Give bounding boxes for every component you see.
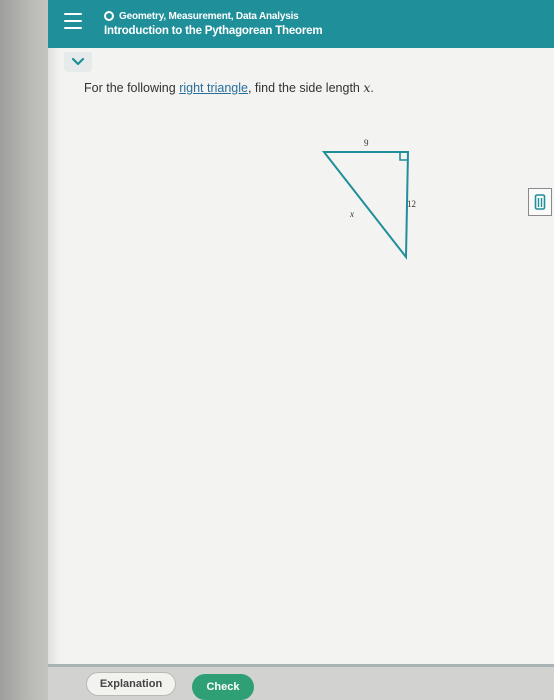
question-text: For the following right triangle, find t… — [84, 80, 374, 95]
check-button[interactable]: Check — [192, 674, 254, 700]
progress-circle-icon — [104, 11, 114, 21]
device-bezel — [0, 0, 48, 700]
question-end: . — [370, 81, 374, 95]
side-label-top: 9 — [364, 138, 369, 148]
hamburger-icon-bar — [64, 27, 82, 29]
topic-line: Geometry, Measurement, Data Analysis — [104, 9, 299, 23]
hamburger-icon-bar — [64, 20, 82, 22]
question-prefix: For the following — [84, 81, 180, 95]
question-suffix: , find the side length — [247, 81, 364, 95]
topic-name: Geometry, Measurement, Data Analysis — [119, 10, 299, 22]
explanation-button[interactable]: Explanation — [86, 672, 176, 696]
calculator-icon — [534, 194, 546, 210]
calculator-button[interactable] — [528, 188, 552, 216]
chevron-down-icon — [71, 57, 85, 66]
lesson-title: Introduction to the Pythagorean Theorem — [104, 25, 323, 37]
question-panel — [48, 48, 554, 666]
right-angle-marker — [399, 152, 408, 161]
topic-header — [48, 0, 554, 48]
right-triangle-figure: 9 12 x — [321, 138, 416, 260]
side-label-right: 12 — [407, 199, 416, 209]
hamburger-icon-bar — [64, 13, 82, 15]
menu-button[interactable] — [62, 10, 84, 32]
expand-tab[interactable] — [64, 52, 92, 72]
right-triangle-link[interactable]: right triangle — [179, 81, 248, 95]
panel-edge — [48, 48, 60, 666]
side-label-hypotenuse: x — [349, 209, 354, 219]
triangle-shape — [321, 151, 410, 260]
